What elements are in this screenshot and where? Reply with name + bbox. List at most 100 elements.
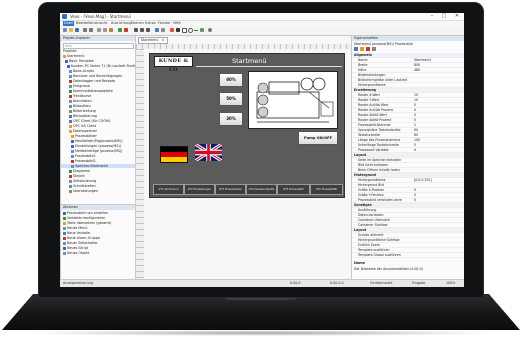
minimize-button[interactable]: – — [426, 13, 438, 20]
property-value[interactable]: 0 — [414, 188, 416, 192]
nav-button-5[interactable]: ZT5 ProzessMRI — [277, 184, 310, 195]
property-value[interactable]: 5 — [414, 143, 416, 147]
events-icon[interactable] — [366, 47, 370, 51]
sort-icon[interactable] — [354, 47, 358, 51]
property-value[interactable]: 0 — [414, 148, 416, 152]
color-icon[interactable] — [170, 28, 174, 32]
property-value[interactable]: [0.0.0.255] — [414, 178, 432, 182]
category-icon[interactable] — [360, 47, 364, 51]
tree-item[interactable]: Schnittstellen — [61, 184, 135, 188]
text-icon[interactable] — [176, 28, 180, 32]
action-item[interactable]: Neues Objekt — [61, 251, 135, 255]
cut-icon[interactable] — [97, 28, 101, 32]
open-icon[interactable] — [69, 28, 73, 32]
tree-item[interactable]: Ereignisse — [61, 84, 135, 88]
tree-item[interactable]: Startmenü — [61, 54, 135, 58]
tree-item[interactable]: Einstellungen (prozess(MS)) — [61, 144, 135, 148]
property-value[interactable]: 1 — [414, 123, 416, 127]
tree-item[interactable]: Alarmlisten — [61, 99, 135, 103]
paste-icon[interactable] — [109, 28, 113, 32]
align-center-icon[interactable] — [140, 28, 144, 32]
tab-close-icon[interactable]: × — [162, 38, 165, 42]
align-left-icon[interactable] — [134, 28, 138, 32]
tree-item[interactable]: Bildaufbau — [61, 104, 135, 108]
tree-item[interactable]: Skripte — [61, 174, 135, 178]
tree-item[interactable]: Prozessbild1 — [61, 154, 135, 158]
property-value[interactable]: 0 — [414, 193, 416, 197]
run-icon[interactable] — [118, 28, 122, 32]
nav-button-3[interactable]: ZT3 Prozessbilder — [215, 184, 246, 195]
tree-item[interactable]: Prozessbild2 — [61, 159, 135, 163]
grid-icon[interactable] — [161, 28, 165, 32]
tree-item[interactable]: Datenspeicher — [61, 129, 135, 133]
tree-item[interactable]: Kunden-PC Series 71 (Dr-Laufzeit Runtime… — [61, 64, 135, 68]
ellipse-icon[interactable] — [188, 28, 193, 33]
action-item[interactable]: Neues Menü — [61, 226, 135, 230]
settings-icon[interactable] — [208, 28, 212, 32]
tree-item[interactable]: Speicher-Startmenü — [61, 164, 135, 168]
tree-item[interactable]: Bitmaskierung — [61, 114, 135, 118]
close-button[interactable]: ✕ — [451, 13, 463, 20]
stop-icon[interactable] — [124, 28, 128, 32]
action-item[interactable]: Neue Alarm-Gruppe — [61, 236, 135, 240]
undo-icon[interactable] — [83, 28, 87, 32]
pump-toggle-button[interactable]: Pump ON/OFF — [298, 131, 338, 145]
tree-item[interactable]: Diagramm — [61, 169, 135, 173]
property-row[interactable]: Template Global ausführen — [352, 253, 464, 258]
action-item[interactable]: Neues Skript — [61, 246, 135, 250]
property-value[interactable]: Startmenü — [414, 58, 431, 62]
tree-item[interactable]: Prozessbilder — [61, 134, 135, 138]
property-value[interactable]: 800 — [414, 63, 420, 67]
property-value[interactable]: 60 — [414, 133, 418, 137]
tree-item[interactable]: Übersetzungen — [61, 189, 135, 193]
redo-icon[interactable] — [89, 28, 93, 32]
new-icon[interactable] — [63, 28, 67, 32]
property-value[interactable]: 100 — [414, 138, 420, 142]
nav-button-4[interactable]: ZT4 Messwertgrafik — [246, 184, 277, 195]
tree-item[interactable]: OPC Client (für COOM) — [61, 119, 135, 123]
property-value[interactable]: 0 — [414, 118, 416, 122]
save-icon[interactable] — [75, 28, 79, 32]
nav-button-2[interactable]: ZT2 Einstellungen — [184, 184, 215, 195]
nav-button-1[interactable]: ZT1 Fahrtmenü — [153, 184, 184, 195]
tree-item[interactable]: Basis-Scripts — [61, 69, 135, 73]
action-item[interactable]: Neue Variable — [61, 231, 135, 235]
editor-tab-startmenu[interactable]: Startmenü × — [138, 37, 168, 44]
german-flag-icon[interactable] — [160, 146, 188, 163]
tree-item[interactable]: Datenlogger und Rezepte — [61, 79, 135, 83]
property-value[interactable]: 90 — [414, 128, 418, 132]
action-item[interactable]: Neuer Zeitschalter — [61, 241, 135, 245]
zoom-icon[interactable] — [155, 28, 159, 32]
image-icon[interactable] — [200, 28, 204, 32]
nav-button-6[interactable]: ZT6 ProzessMRII — [310, 184, 343, 195]
tree-item[interactable]: Kommunikationsobjekte — [61, 89, 135, 93]
tree-item[interactable]: Menübilder(Prg/prozess(MS)) — [61, 139, 135, 143]
property-value[interactable]: 10 — [414, 93, 418, 97]
speed-30-button[interactable]: 30% — [219, 112, 243, 126]
maximize-button[interactable]: □ — [438, 13, 450, 20]
tree-item[interactable]: OPC UA Client — [61, 124, 135, 128]
action-item[interactable]: Texte übersetzen (gesamt) — [61, 221, 135, 225]
line-icon[interactable] — [194, 30, 198, 31]
tree-item[interactable]: Zeitsteuerung — [61, 179, 135, 183]
property-value[interactable]: 0 — [414, 103, 416, 107]
speed-50-button[interactable]: 50% — [219, 92, 243, 106]
property-value[interactable]: 480 — [414, 68, 420, 72]
align-right-icon[interactable] — [146, 28, 150, 32]
property-value[interactable]: 10 — [414, 98, 418, 102]
property-value[interactable]: 0 — [414, 198, 416, 202]
tree-item[interactable]: Benutzer und Berechtigungen — [61, 74, 135, 78]
tree-item[interactable]: Trendkurve — [61, 94, 135, 98]
speed-80-button[interactable]: 80% — [219, 73, 243, 87]
tree-item[interactable]: Bilderstellung — [61, 109, 135, 113]
tree-item[interactable]: Meldeeinträge (prozess(MS)) — [61, 149, 135, 153]
uk-flag-icon[interactable] — [194, 142, 223, 163]
hmi-canvas[interactable]: KUNDE & CO Startmenü 80% 50% 30% Pump ON… — [149, 53, 345, 198]
property-value[interactable]: 0 — [414, 108, 416, 112]
filter-icon[interactable] — [372, 47, 376, 51]
copy-icon[interactable] — [103, 28, 107, 32]
tree-item[interactable]: Basic Template — [61, 59, 135, 63]
rectangle-icon[interactable] — [182, 28, 187, 33]
action-item[interactable]: Variablen konfigurieren — [61, 216, 135, 220]
property-value[interactable]: 0 — [414, 113, 416, 117]
